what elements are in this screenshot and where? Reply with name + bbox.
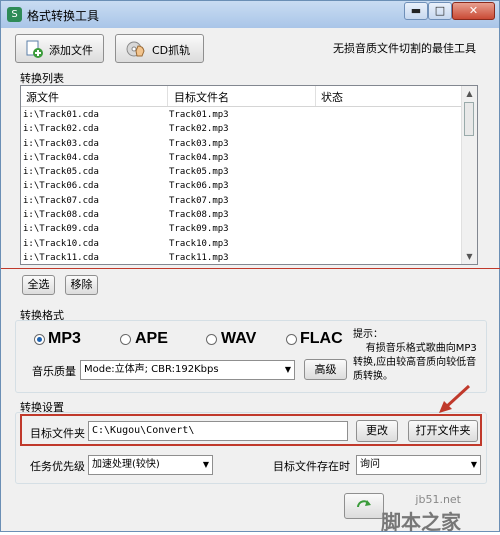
chevron-down-icon: ▼ — [470, 460, 477, 469]
add-file-icon — [26, 40, 43, 58]
app-logo-icon: S — [7, 7, 22, 22]
cd-grab-label: CD抓轨 — [152, 44, 191, 57]
table-row[interactable]: i:\Track01.cda Track01.mp3 — [21, 108, 463, 122]
cell-target: Track09.mp3 — [169, 224, 229, 235]
table-row[interactable]: i:\Track02.cda Track02.mp3 — [21, 122, 463, 136]
select-all-button[interactable]: 全选 — [22, 275, 55, 295]
add-file-label: 添加文件 — [49, 44, 93, 57]
column-source[interactable]: 源文件 — [26, 89, 59, 105]
app-window: S 格式转换工具 ▬ □ ✕ 添加文件 CD抓轨 无损音质文件切割的最佳工具 转… — [0, 0, 500, 535]
cell-source: i:\Track09.cda — [23, 224, 99, 235]
cell-target: Track05.mp3 — [169, 167, 229, 178]
exists-value: 询问 — [360, 459, 380, 470]
target-folder-label: 目标文件夹 — [30, 427, 85, 440]
cell-source: i:\Track08.cda — [23, 210, 99, 221]
scroll-down-icon[interactable]: ▼ — [462, 249, 477, 264]
cell-target: Track06.mp3 — [169, 181, 229, 192]
cell-source: i:\Track02.cda — [23, 124, 99, 135]
add-file-button[interactable]: 添加文件 — [15, 34, 104, 63]
format-mp3-label[interactable]: MP3 — [48, 330, 81, 348]
table-row[interactable]: i:\Track10.cda Track10.mp3 — [21, 237, 463, 251]
quality-label: 音乐质量 — [32, 365, 76, 378]
format-hint: 提示： 有损音乐格式歌曲向MP3转换,应由较高音质向较低音质转换。 — [353, 329, 477, 382]
format-ape-label[interactable]: APE — [135, 330, 168, 348]
list-section-label: 转换列表 — [20, 72, 64, 85]
chevron-down-icon: ▼ — [284, 365, 291, 374]
watermark: jb51.net 脚本之家 — [381, 493, 461, 535]
priority-value: 加速处理(较快) — [92, 459, 160, 470]
title-bar: S 格式转换工具 ▬ □ ✕ — [1, 1, 499, 28]
exists-select[interactable]: 询问 ▼ — [356, 455, 481, 475]
slogan-text: 无损音质文件切割的最佳工具 — [333, 42, 476, 55]
minimize-button[interactable]: ▬ — [404, 2, 428, 20]
advanced-button[interactable]: 高级 — [304, 359, 347, 380]
table-row[interactable]: i:\Track06.cda Track06.mp3 — [21, 179, 463, 193]
table-row[interactable]: i:\Track11.cda Track11.mp3 — [21, 251, 463, 264]
target-folder-input[interactable]: C:\Kugou\Convert\ — [88, 421, 348, 441]
quality-value: Mode:立体声; CBR:192Kbps — [84, 364, 219, 375]
window-title: 格式转换工具 — [27, 9, 100, 23]
open-folder-button[interactable]: 打开文件夹 — [408, 420, 478, 442]
watermark-brand: 脚本之家 — [381, 510, 461, 534]
cell-target: Track02.mp3 — [169, 124, 229, 135]
change-button[interactable]: 更改 — [356, 420, 398, 442]
cell-target: Track03.mp3 — [169, 138, 229, 149]
scroll-thumb[interactable] — [464, 102, 474, 136]
list-rows: i:\Track01.cda Track01.mp3 i:\Track02.cda T… — [21, 108, 463, 264]
radio-flac[interactable] — [286, 334, 297, 345]
convert-icon — [357, 500, 371, 508]
radio-wav[interactable] — [206, 334, 217, 345]
table-row[interactable]: i:\Track09.cda Track09.mp3 — [21, 222, 463, 236]
scroll-up-icon[interactable]: ▲ — [462, 86, 477, 101]
cell-source: i:\Track10.cda — [23, 238, 99, 249]
exists-label: 目标文件存在时 — [273, 460, 350, 473]
quality-select[interactable]: Mode:立体声; CBR:192Kbps ▼ — [80, 360, 295, 380]
maximize-button[interactable]: □ — [428, 2, 452, 20]
annotation-arrow-icon — [439, 384, 471, 413]
cell-target: Track01.mp3 — [169, 110, 229, 120]
table-row[interactable]: i:\Track07.cda Track07.mp3 — [21, 194, 463, 208]
cell-source: i:\Track06.cda — [23, 181, 99, 192]
close-button[interactable]: ✕ — [452, 2, 495, 20]
cell-source: i:\Track11.cda — [23, 252, 99, 263]
remove-button[interactable]: 移除 — [65, 275, 98, 295]
table-row[interactable]: i:\Track08.cda Track08.mp3 — [21, 208, 463, 222]
cell-target: Track07.mp3 — [169, 195, 229, 206]
cell-target: Track08.mp3 — [169, 210, 229, 221]
priority-label: 任务优先级 — [30, 460, 85, 473]
radio-mp3[interactable] — [34, 334, 45, 345]
format-wav-label[interactable]: WAV — [221, 330, 256, 348]
column-target[interactable]: 目标文件名 — [174, 89, 229, 105]
priority-select[interactable]: 加速处理(较快) ▼ — [88, 455, 213, 475]
cd-hand-icon — [126, 41, 145, 57]
table-row[interactable]: i:\Track04.cda Track04.mp3 — [21, 151, 463, 165]
table-row[interactable]: i:\Track05.cda Track05.mp3 — [21, 165, 463, 179]
cell-source: i:\Track01.cda — [23, 110, 99, 120]
cell-source: i:\Track03.cda — [23, 138, 99, 149]
radio-ape[interactable] — [120, 334, 131, 345]
cell-source: i:\Track05.cda — [23, 167, 99, 178]
start-convert-button[interactable] — [344, 493, 384, 519]
cell-source: i:\Track04.cda — [23, 152, 99, 163]
cd-grab-button[interactable]: CD抓轨 — [115, 34, 204, 63]
annotation-red-line — [1, 268, 500, 269]
cell-target: Track11.mp3 — [169, 252, 229, 263]
column-status[interactable]: 状态 — [321, 89, 343, 105]
list-header: 源文件 目标文件名 状态 — [21, 86, 463, 107]
chevron-down-icon: ▼ — [202, 460, 209, 469]
list-scrollbar[interactable]: ▲ ▼ — [461, 86, 477, 264]
table-row[interactable]: i:\Track03.cda Track03.mp3 — [21, 137, 463, 151]
cell-source: i:\Track07.cda — [23, 195, 99, 206]
watermark-site: jb51.net — [415, 493, 461, 506]
cell-target: Track10.mp3 — [169, 238, 229, 249]
cell-target: Track04.mp3 — [169, 152, 229, 163]
conversion-list[interactable]: 源文件 目标文件名 状态 i:\Track01.cda Track01.mp3 i:… — [20, 85, 478, 265]
format-flac-label[interactable]: FLAC — [300, 330, 343, 348]
